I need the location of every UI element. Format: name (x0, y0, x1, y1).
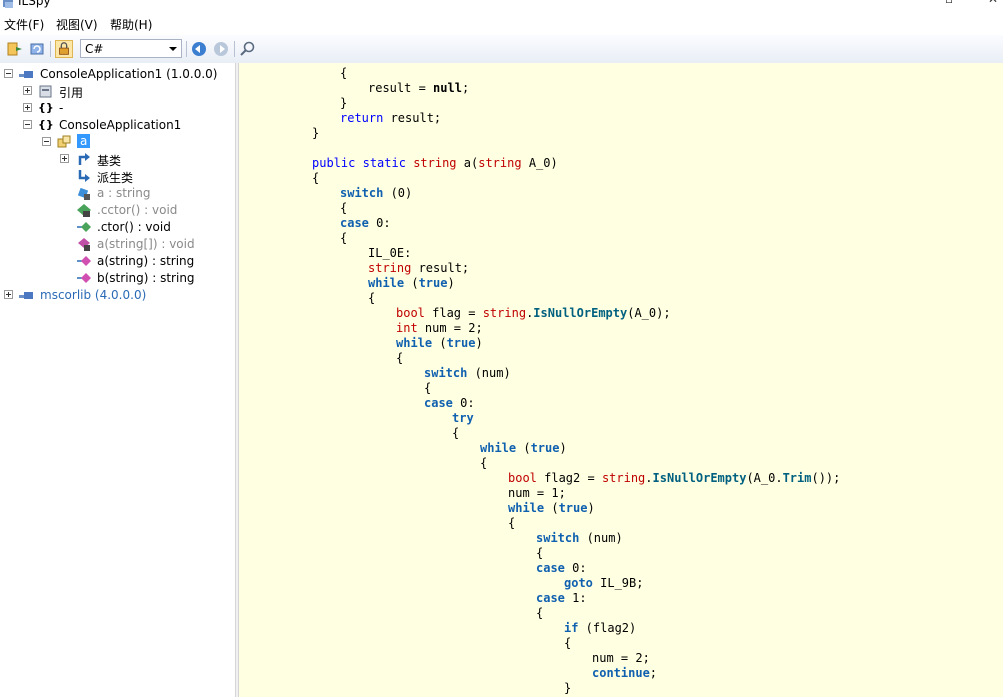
tree-node-method-a-string[interactable]: a(string) : string (0, 253, 235, 270)
assembly-icon (19, 292, 33, 299)
constructor-icon (77, 222, 91, 232)
references-folder-icon (39, 85, 52, 98)
tree-node-derived-types[interactable]: 派生类 (0, 168, 235, 185)
tree-node-cctor[interactable]: .cctor() : void (0, 202, 235, 219)
reload-icon[interactable] (28, 40, 46, 58)
maximize-button[interactable]: ▫ (945, 0, 953, 6)
method-icon (77, 256, 91, 266)
tree-node-mscorlib-assembly[interactable]: mscorlib (4.0.0.0) (0, 287, 235, 304)
language-select[interactable]: C# (80, 39, 182, 58)
close-button[interactable]: ✕ (988, 0, 998, 6)
tree-node-base-types[interactable]: 基类 (0, 151, 235, 168)
collapse-icon[interactable] (23, 120, 32, 129)
minimize-button[interactable]: — (903, 0, 915, 6)
method-icon (77, 273, 91, 283)
menu-bar: 文件(F) 视图(V) 帮助(H) (0, 12, 1003, 34)
expand-icon[interactable] (23, 86, 32, 95)
collapse-icon[interactable] (4, 69, 13, 78)
namespace-icon: {} (38, 118, 54, 131)
collapse-icon[interactable] (42, 137, 51, 146)
tree-node-namespace-consoleapplication1[interactable]: {} ConsoleApplication1 (0, 117, 235, 134)
back-icon[interactable] (190, 40, 208, 58)
chevron-down-icon (169, 47, 177, 51)
tree-node-consoleapplication1-assembly[interactable]: ConsoleApplication1 (1.0.0.0) (0, 66, 235, 83)
tree-node-namespace-empty[interactable]: {} - (0, 100, 235, 117)
decompiled-code-view[interactable]: { result = null; } return result; } publ… (239, 63, 1003, 697)
class-icon (57, 135, 71, 148)
search-icon[interactable] (239, 40, 257, 58)
toolbar-separator (50, 41, 51, 57)
expand-icon[interactable] (23, 103, 32, 112)
open-file-icon[interactable] (6, 40, 24, 58)
show-internal-icon[interactable] (55, 40, 73, 58)
menu-help[interactable]: 帮助(H) (110, 16, 152, 33)
menu-view[interactable]: 视图(V) (56, 16, 98, 33)
toolbar-separator (234, 41, 235, 57)
tree-node-method-a-string-array[interactable]: a(string[]) : void (0, 236, 235, 253)
base-types-icon (78, 153, 90, 165)
tree-node-references[interactable]: 引用 (0, 83, 235, 100)
expand-icon[interactable] (4, 290, 13, 299)
tree-node-method-b-string[interactable]: b(string) : string (0, 270, 235, 287)
private-method-icon (78, 238, 90, 251)
window-title: ILSpy (18, 0, 51, 8)
menu-file[interactable]: 文件(F) (4, 16, 44, 33)
toolbar: C# (0, 35, 1003, 64)
tree-node-field-a[interactable]: a : string (0, 185, 235, 202)
tree-node-ctor[interactable]: .ctor() : void (0, 219, 235, 236)
ilspy-app-icon (3, 0, 13, 8)
assembly-icon (19, 71, 33, 78)
field-icon (77, 187, 90, 200)
derived-types-icon (78, 170, 90, 182)
expand-icon[interactable] (60, 154, 69, 163)
toolbar-separator (186, 41, 187, 57)
assembly-tree: ConsoleApplication1 (1.0.0.0) 引用 {} - {}… (0, 63, 235, 697)
static-constructor-icon (77, 204, 91, 217)
title-bar: ILSpy — ▫ ✕ (0, 0, 1003, 12)
forward-icon[interactable] (212, 40, 230, 58)
tree-node-class-a[interactable]: a (0, 134, 235, 151)
language-value: C# (85, 42, 104, 56)
namespace-icon: {} (38, 101, 54, 114)
